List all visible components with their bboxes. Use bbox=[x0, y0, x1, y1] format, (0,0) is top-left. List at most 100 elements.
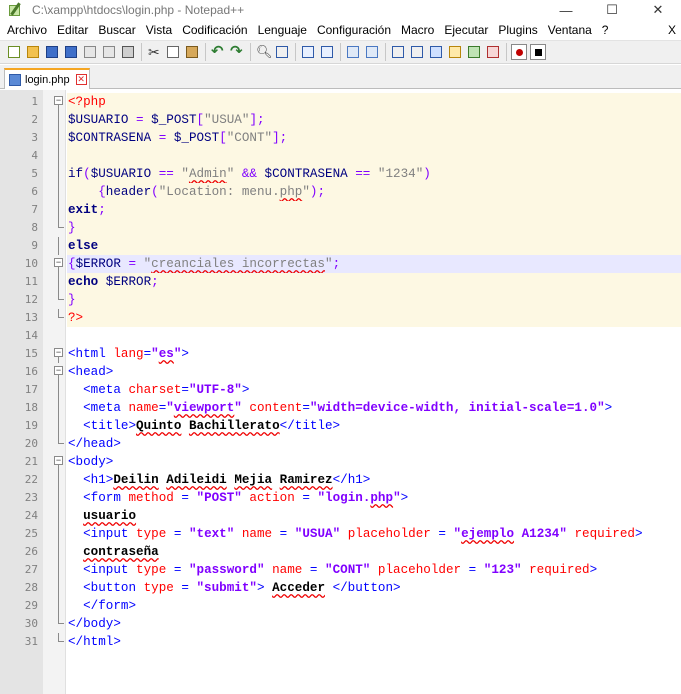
paste-icon[interactable] bbox=[184, 44, 200, 60]
sync-horizontal-icon[interactable] bbox=[364, 44, 380, 60]
close-window-button[interactable]: ✕ bbox=[635, 0, 681, 20]
code-token: <head> bbox=[68, 365, 114, 379]
zoom-in-icon[interactable] bbox=[300, 44, 316, 60]
fold-guide bbox=[58, 147, 59, 165]
line-number: 11 bbox=[24, 275, 38, 288]
menu-item-buscar[interactable]: Buscar bbox=[93, 23, 140, 37]
code-text: <meta name="viewport" content="width=dev… bbox=[68, 399, 612, 417]
code-line[interactable]: 1 − <?php bbox=[0, 93, 681, 111]
code-token: "Admin" bbox=[181, 167, 235, 181]
code-line[interactable]: 13 ?> bbox=[0, 309, 681, 327]
fold-collapse-icon[interactable]: − bbox=[54, 258, 63, 267]
menu-item-archivo[interactable]: Archivo bbox=[0, 23, 52, 37]
code-line[interactable]: 28 <button type = "submit"> Acceder </bu… bbox=[0, 579, 681, 597]
code-line[interactable]: 30 </body> bbox=[0, 615, 681, 633]
close-document-button[interactable]: X bbox=[668, 20, 676, 40]
code-line[interactable]: 2 $USUARIO = $_POST["USUA"]; bbox=[0, 111, 681, 129]
code-line[interactable]: 6 {header("Location: menu.php"); bbox=[0, 183, 681, 201]
menu-item-configuración[interactable]: Configuración bbox=[312, 23, 396, 37]
stop-macro-icon[interactable] bbox=[530, 44, 546, 60]
code-line[interactable]: 27 <input type = "password" name = "CONT… bbox=[0, 561, 681, 579]
code-token: = bbox=[173, 491, 197, 505]
find-icon[interactable]: 🔍︎ bbox=[255, 44, 273, 60]
indent-guide-icon[interactable] bbox=[428, 44, 444, 60]
zoom-out-icon[interactable] bbox=[319, 44, 335, 60]
code-token: = bbox=[302, 563, 326, 577]
code-line[interactable]: 21 − <body> bbox=[0, 453, 681, 471]
code-line[interactable]: 20 </head> bbox=[0, 435, 681, 453]
word-wrap-icon[interactable] bbox=[390, 44, 406, 60]
menu-item-vista[interactable]: Vista bbox=[141, 23, 177, 37]
fold-collapse-icon[interactable]: − bbox=[54, 456, 63, 465]
redo-icon[interactable]: ↷ bbox=[229, 44, 245, 60]
copy-icon[interactable] bbox=[165, 44, 181, 60]
new-file-icon[interactable] bbox=[6, 44, 22, 60]
code-line[interactable]: 11 echo $ERROR; bbox=[0, 273, 681, 291]
close-all-icon[interactable] bbox=[101, 44, 117, 60]
doc-map-icon[interactable] bbox=[466, 44, 482, 60]
record-macro-icon[interactable] bbox=[511, 44, 527, 60]
code-line[interactable]: 25 <input type = "text" name = "USUA" pl… bbox=[0, 525, 681, 543]
code-editor[interactable]: 1− <?php 2 $USUARIO = $_POST["USUA"]; 3 $CONT… bbox=[0, 90, 681, 694]
code-token: ); bbox=[309, 185, 326, 199]
open-file-icon[interactable] bbox=[25, 44, 41, 60]
menu-item-editar[interactable]: Editar bbox=[52, 23, 93, 37]
code-line[interactable]: 23 <form method = "POST" action = "login… bbox=[0, 489, 681, 507]
sync-vertical-icon[interactable] bbox=[345, 44, 361, 60]
code-token: } bbox=[68, 221, 76, 235]
user-lang-icon[interactable] bbox=[447, 44, 463, 60]
code-line[interactable]: 14 bbox=[0, 327, 681, 345]
code-line[interactable]: 7 exit; bbox=[0, 201, 681, 219]
code-line[interactable]: 17 <meta charset="UTF-8"> bbox=[0, 381, 681, 399]
close-icon[interactable] bbox=[82, 44, 98, 60]
replace-icon[interactable] bbox=[274, 44, 290, 60]
maximize-button[interactable]: ☐ bbox=[589, 0, 635, 20]
minimize-button[interactable]: — bbox=[543, 0, 589, 20]
code-line[interactable]: 8} bbox=[0, 219, 681, 237]
code-line[interactable]: 26 contraseña bbox=[0, 543, 681, 561]
print-icon[interactable] bbox=[120, 44, 136, 60]
code-token: "Location: menu.php" bbox=[158, 185, 310, 199]
tab-login-php[interactable]: login.php ✕ bbox=[4, 68, 90, 89]
save-all-icon[interactable] bbox=[63, 44, 79, 60]
menu-item-ventana[interactable]: Ventana bbox=[543, 23, 597, 37]
code-line[interactable]: 5 if($USUARIO == "Admin" && $CONTRASENA =… bbox=[0, 165, 681, 183]
code-line[interactable]: 10 − {$ERROR = "creanciales incorrectas"; bbox=[0, 255, 681, 273]
code-line[interactable]: 24 usuario bbox=[0, 507, 681, 525]
code-text: </body> bbox=[68, 615, 121, 633]
menu-item-macro[interactable]: Macro bbox=[396, 23, 439, 37]
code-line[interactable]: 29 </form> bbox=[0, 597, 681, 615]
code-line[interactable]: 12} bbox=[0, 291, 681, 309]
tab-close-button[interactable]: ✕ bbox=[75, 74, 87, 85]
menu-item-help[interactable]: ? bbox=[597, 23, 614, 37]
fold-collapse-icon[interactable]: − bbox=[54, 366, 63, 375]
code-line[interactable]: 4 bbox=[0, 147, 681, 165]
code-token: = bbox=[294, 491, 318, 505]
code-line[interactable]: 18 <meta name="viewport" content="width=… bbox=[0, 399, 681, 417]
code-line[interactable]: 15 − <html lang="es"> bbox=[0, 345, 681, 363]
code-line[interactable]: 31 </html> bbox=[0, 633, 681, 651]
code-token: "es" bbox=[151, 347, 182, 361]
code-token: </form> bbox=[68, 599, 137, 613]
fold-guide bbox=[58, 417, 59, 435]
code-line[interactable]: 19 <title>Quinto Bachillerato</title> bbox=[0, 417, 681, 435]
code-token: "password" bbox=[188, 563, 265, 577]
code-line[interactable]: 3 $CONTRASENA = $_POST["CONT"]; bbox=[0, 129, 681, 147]
menu-item-plugins[interactable]: Plugins bbox=[493, 23, 542, 37]
code-line[interactable]: 9 else bbox=[0, 237, 681, 255]
line-highlight bbox=[67, 237, 681, 255]
code-line[interactable]: 22 <h1>Deilin Adileidi Mejia Ramirez</h1… bbox=[0, 471, 681, 489]
cut-icon[interactable]: ✂ bbox=[146, 44, 162, 60]
undo-icon[interactable]: ↶ bbox=[210, 44, 226, 60]
save-icon[interactable] bbox=[44, 44, 60, 60]
code-line[interactable]: 16 − <head> bbox=[0, 363, 681, 381]
function-list-icon[interactable] bbox=[485, 44, 501, 60]
code-token: > bbox=[241, 383, 250, 397]
code-token: [ bbox=[196, 113, 205, 127]
fold-collapse-icon[interactable]: − bbox=[54, 96, 63, 105]
menu-item-codificación[interactable]: Codificación bbox=[177, 23, 252, 37]
show-all-chars-icon[interactable] bbox=[409, 44, 425, 60]
menu-item-ejecutar[interactable]: Ejecutar bbox=[439, 23, 493, 37]
fold-collapse-icon[interactable]: − bbox=[54, 348, 63, 357]
menu-item-lenguaje[interactable]: Lenguaje bbox=[253, 23, 312, 37]
